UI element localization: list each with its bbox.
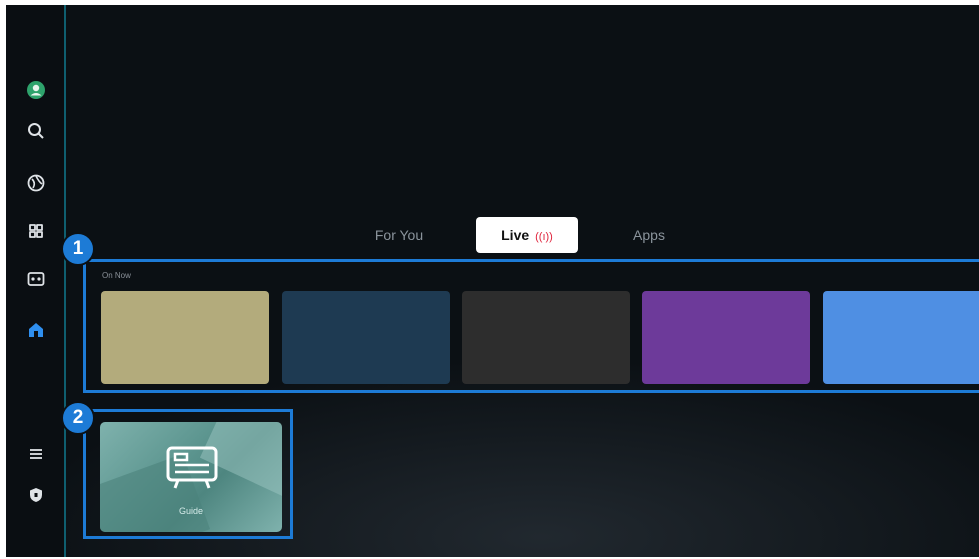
guide-label: Guide [178, 506, 204, 516]
tab-live[interactable]: Live ((ı)) [476, 217, 578, 253]
tab-apps[interactable]: Apps [602, 217, 696, 253]
content-card[interactable] [282, 291, 450, 384]
ambient-icon[interactable] [24, 171, 48, 195]
content-card[interactable] [101, 291, 269, 384]
game-icon[interactable] [24, 267, 48, 291]
content-card[interactable] [642, 291, 810, 384]
content-card[interactable] [823, 291, 979, 384]
privacy-icon[interactable] [24, 483, 48, 507]
tab-for-you[interactable]: For You [346, 217, 452, 253]
callout-badge-2: 2 [61, 401, 95, 435]
top-tabs: For You Live ((ı)) Apps [346, 217, 706, 253]
sidebar [6, 5, 66, 557]
menu-icon[interactable] [24, 442, 48, 466]
live-signal-icon: ((ı)) [535, 231, 553, 243]
callout-badge-1: 1 [61, 232, 95, 266]
profile-icon[interactable] [24, 78, 48, 102]
tab-label: Live [501, 227, 530, 243]
content-card[interactable] [462, 291, 630, 384]
home-icon[interactable] [24, 318, 48, 342]
row-title: On Now [102, 271, 131, 280]
search-icon[interactable] [24, 119, 48, 143]
tv-home-screen: For You Live ((ı)) Apps On Now Guide 1 2 [6, 5, 979, 557]
tab-label: For You [374, 227, 424, 243]
apps-icon[interactable] [24, 219, 48, 243]
tab-label: Apps [633, 227, 665, 243]
guide-tv-icon [166, 446, 218, 489]
guide-card[interactable]: Guide [100, 422, 282, 532]
